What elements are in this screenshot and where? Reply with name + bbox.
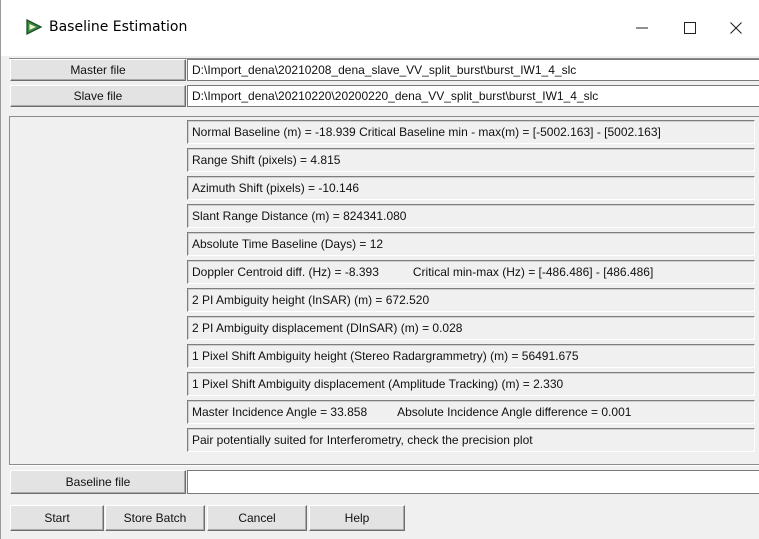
baseline-file-field[interactable] [187, 470, 759, 494]
result-time-baseline: Absolute Time Baseline (Days) = 12 [187, 232, 755, 256]
result-slant-range: Slant Range Distance (m) = 824341.080 [187, 204, 755, 228]
result-suitability: Pair potentially suited for Interferomet… [187, 428, 755, 452]
result-range-shift: Range Shift (pixels) = 4.815 [187, 148, 755, 172]
result-doppler: Doppler Centroid diff. (Hz) = -8.393 Crit… [187, 260, 755, 284]
minimize-icon [636, 27, 648, 29]
baseline-file-button[interactable]: Baseline file [10, 470, 186, 494]
app-icon [26, 18, 43, 36]
result-pixel-height: 1 Pixel Shift Ambiguity height (Stereo R… [187, 344, 755, 368]
cancel-button[interactable]: Cancel [207, 505, 307, 531]
maximize-icon [684, 22, 696, 34]
window-title: Baseline Estimation [49, 19, 188, 35]
minimize-button[interactable] [627, 14, 657, 42]
result-ambiguity-displacement: 2 PI Ambiguity displacement (DInSAR) (m)… [187, 316, 755, 340]
close-button[interactable] [721, 14, 751, 42]
result-normal-baseline: Normal Baseline (m) = -18.939 Critical B… [187, 120, 755, 144]
store-batch-button[interactable]: Store Batch [105, 505, 205, 531]
maximize-button[interactable] [675, 14, 705, 42]
incidence-angle-text: Master Incidence Angle = 33.858 [192, 405, 368, 419]
slave-file-button[interactable]: Slave file [10, 85, 186, 107]
bottom-separator [9, 464, 759, 466]
help-button[interactable]: Help [309, 505, 405, 531]
result-azimuth-shift: Azimuth Shift (pixels) = -10.146 [187, 176, 755, 200]
result-ambiguity-height: 2 PI Ambiguity height (InSAR) (m) = 672.… [187, 288, 755, 312]
result-incidence: Master Incidence Angle = 33.858 Absolute … [187, 400, 755, 424]
close-icon [730, 22, 742, 34]
incidence-difference-text: Absolute Incidence Angle difference = 0.… [397, 405, 632, 419]
master-file-field[interactable]: D:\Import_dena\20210208_dena_slave_VV_sp… [187, 59, 759, 81]
start-button[interactable]: Start [10, 505, 104, 531]
slave-file-field[interactable]: D:\Import_dena\20210220\20200220_dena_VV… [187, 85, 759, 107]
doppler-critical-text: Critical min-max (Hz) = [-486.486] - [48… [412, 265, 654, 279]
result-pixel-displacement: 1 Pixel Shift Ambiguity displacement (Am… [187, 372, 755, 396]
doppler-diff-text: Doppler Centroid diff. (Hz) = -8.393 [192, 265, 379, 279]
baseline-estimation-window: Baseline Estimation Master file D:\Impor… [0, 0, 759, 539]
title-bar[interactable]: Baseline Estimation [1, 0, 759, 56]
master-file-button[interactable]: Master file [10, 59, 186, 81]
